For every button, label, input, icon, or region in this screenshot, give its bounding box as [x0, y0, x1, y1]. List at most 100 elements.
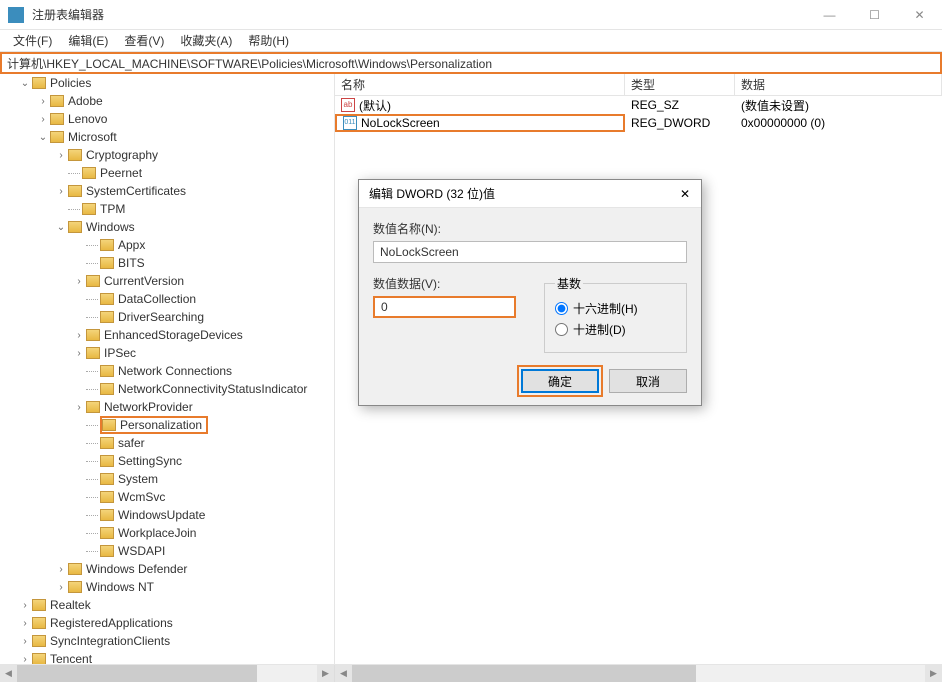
value-name-label: 数值名称(N): [373, 220, 687, 237]
menu-edit[interactable]: 编辑(E) [60, 30, 116, 51]
tree-item-wsdapi[interactable]: WSDAPI [0, 542, 334, 560]
tree-scroll-right[interactable]: ▶ [317, 665, 334, 682]
value-data-input[interactable] [373, 296, 516, 318]
menu-view[interactable]: 查看(V) [116, 30, 172, 51]
tree-caret-icon[interactable]: › [72, 348, 86, 359]
tree-caret-icon[interactable]: › [18, 654, 32, 665]
menubar: 文件(F) 编辑(E) 查看(V) 收藏夹(A) 帮助(H) [0, 30, 942, 52]
tree-item-windows[interactable]: ⌄Windows [0, 218, 334, 236]
base-fieldset: 基数 十六进制(H) 十进制(D) [544, 275, 687, 353]
tree-item-bits[interactable]: BITS [0, 254, 334, 272]
header-data[interactable]: 数据 [735, 74, 942, 95]
tree-item-appx[interactable]: Appx [0, 236, 334, 254]
tree-label: safer [118, 436, 145, 450]
tree-item-settingsync[interactable]: SettingSync [0, 452, 334, 470]
cancel-button[interactable]: 取消 [609, 369, 687, 393]
folder-icon [86, 401, 100, 413]
tree-caret-icon[interactable]: ⌄ [18, 78, 32, 89]
folder-icon [86, 275, 100, 287]
tree-item-networkconnectivitystatusindicator[interactable]: NetworkConnectivityStatusIndicator [0, 380, 334, 398]
value-name-input[interactable] [373, 241, 687, 263]
tree-item-cryptography[interactable]: ›Cryptography [0, 146, 334, 164]
tree-scroll-track[interactable] [17, 665, 317, 682]
tree-item-system[interactable]: System [0, 470, 334, 488]
tree-label: IPSec [104, 346, 136, 360]
tree-item-policies[interactable]: ⌄Policies [0, 74, 334, 92]
radio-hex[interactable]: 十六进制(H) [555, 300, 676, 317]
tree-label: Peernet [100, 166, 142, 180]
tree-item-syncintegrationclients[interactable]: ›SyncIntegrationClients [0, 632, 334, 650]
tree-item-driversearching[interactable]: DriverSearching [0, 308, 334, 326]
tree-label: SystemCertificates [86, 184, 186, 198]
tree-item-windowsupdate[interactable]: WindowsUpdate [0, 506, 334, 524]
tree-caret-icon[interactable]: › [36, 96, 50, 107]
tree-label: Network Connections [118, 364, 232, 378]
list-scroll-track[interactable] [352, 665, 925, 682]
dialog-titlebar[interactable]: 编辑 DWORD (32 位)值 ✕ [359, 180, 701, 208]
folder-icon [100, 257, 114, 269]
close-button[interactable]: ✕ [897, 0, 942, 29]
tree-item-currentversion[interactable]: ›CurrentVersion [0, 272, 334, 290]
tree-item-datacollection[interactable]: DataCollection [0, 290, 334, 308]
tree-caret-icon[interactable]: ⌄ [54, 222, 68, 233]
tree-pane[interactable]: ⌄Policies›Adobe›Lenovo ⌄ Microsoft ›Cryptog… [0, 74, 335, 664]
tree-caret-icon[interactable]: › [72, 330, 86, 341]
tree-caret-icon[interactable]: › [72, 276, 86, 287]
tree-item-systemcertificates[interactable]: › SystemCertificates [0, 182, 334, 200]
menu-favorites[interactable]: 收藏夹(A) [172, 30, 240, 51]
tree-caret-icon[interactable]: › [72, 402, 86, 413]
tree-item-windows-nt[interactable]: ›Windows NT [0, 578, 334, 596]
tree-item-wcmsvc[interactable]: WcmSvc [0, 488, 334, 506]
tree-caret-icon[interactable]: › [36, 114, 50, 125]
tree-item-ipsec[interactable]: › IPSec [0, 344, 334, 362]
tree-label: Microsoft [68, 130, 117, 144]
tree-caret-icon[interactable]: › [54, 150, 68, 161]
folder-icon [100, 437, 114, 449]
tree-item-personalization[interactable]: Personalization [0, 416, 334, 434]
radio-decimal-input[interactable] [555, 323, 568, 336]
ok-button[interactable]: 确定 [521, 369, 599, 393]
menu-file[interactable]: 文件(F) [5, 30, 60, 51]
tree-item-networkprovider[interactable]: ›NetworkProvider [0, 398, 334, 416]
tree-item-realtek[interactable]: ›Realtek [0, 596, 334, 614]
tree-item-adobe[interactable]: ›Adobe [0, 92, 334, 110]
tree-item-registeredapplications[interactable]: ›RegisteredApplications [0, 614, 334, 632]
tree-item-lenovo[interactable]: ›Lenovo [0, 110, 334, 128]
tree-caret-icon[interactable]: › [54, 186, 68, 197]
dialog-close-button[interactable]: ✕ [669, 187, 701, 201]
menu-help[interactable]: 帮助(H) [240, 30, 297, 51]
tree-item-enhancedstoragedevices[interactable]: ›EnhancedStorageDevices [0, 326, 334, 344]
tree-scroll-left[interactable]: ◀ [0, 665, 17, 682]
addressbar[interactable]: 计算机\HKEY_LOCAL_MACHINE\SOFTWARE\Policies… [0, 52, 942, 74]
tree-caret-icon[interactable]: ⌄ [36, 132, 50, 143]
tree-item-windows-defender[interactable]: ›Windows Defender [0, 560, 334, 578]
value-row-nolockscreen[interactable]: 011NoLockScreenREG_DWORD0x00000000 (0) [335, 114, 942, 132]
tree-caret-icon[interactable]: › [18, 636, 32, 647]
tree-caret-icon[interactable]: › [18, 618, 32, 629]
folder-icon [32, 617, 46, 629]
edit-dword-dialog: 编辑 DWORD (32 位)值 ✕ 数值名称(N): 数值数据(V): 基数 [358, 179, 702, 406]
folder-icon [100, 545, 114, 557]
minimize-button[interactable]: — [807, 0, 852, 29]
tree-item-safer[interactable]: safer [0, 434, 334, 452]
tree-caret-icon[interactable]: › [54, 564, 68, 575]
tree-item-workplacejoin[interactable]: WorkplaceJoin [0, 524, 334, 542]
tree-item-tpm[interactable]: TPM [0, 200, 334, 218]
header-name[interactable]: 名称 [335, 74, 625, 95]
tree-caret-icon[interactable]: › [18, 600, 32, 611]
tree-item-tencent[interactable]: ›Tencent [0, 650, 334, 664]
tree-item-peernet[interactable]: Peernet [0, 164, 334, 182]
tree-label: NetworkConnectivityStatusIndicator [118, 382, 307, 396]
tree-item-microsoft[interactable]: ⌄ Microsoft [0, 128, 334, 146]
tree-item-network-connections[interactable]: Network Connections [0, 362, 334, 380]
list-scroll-left[interactable]: ◀ [335, 665, 352, 682]
value-row-默认[interactable]: ab(默认)REG_SZ(数值未设置) [335, 96, 942, 114]
list-scroll-right[interactable]: ▶ [925, 665, 942, 682]
maximize-button[interactable]: ☐ [852, 0, 897, 29]
radio-decimal[interactable]: 十进制(D) [555, 321, 676, 338]
tree-caret-icon[interactable]: › [54, 582, 68, 593]
folder-icon [100, 311, 114, 323]
tree-label: WSDAPI [118, 544, 165, 558]
header-type[interactable]: 类型 [625, 74, 735, 95]
radio-hex-input[interactable] [555, 302, 568, 315]
